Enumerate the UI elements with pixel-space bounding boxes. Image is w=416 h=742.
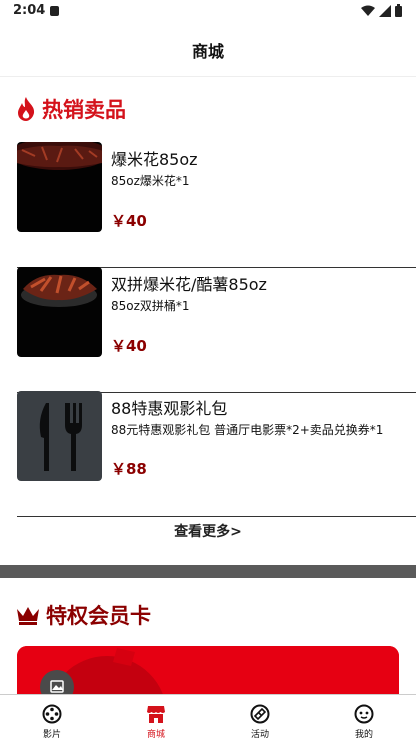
- product-item[interactable]: 88特惠观影礼包 88元特惠观影礼包 普通厅电影票*2+卖品兑换券*1 ￥88: [17, 391, 416, 517]
- signal-icon: [379, 4, 391, 17]
- page-title: 商城: [191, 42, 224, 61]
- hot-section-header: 热销卖品: [16, 94, 126, 124]
- status-bar: 2:04: [0, 0, 416, 24]
- tab-label: 我的: [354, 730, 373, 740]
- ticket-icon: [250, 704, 270, 724]
- shop-icon: [147, 706, 165, 723]
- hot-section-title: 热销卖品: [42, 98, 126, 122]
- wifi-icon: [361, 5, 375, 16]
- product-price: ￥40: [111, 212, 147, 230]
- film-reel-icon: [42, 704, 62, 724]
- vip-card-banner[interactable]: [17, 646, 399, 695]
- product-item[interactable]: 双拼爆米花/酷薯85oz 85oz双拼桶*1 ￥40: [17, 267, 416, 393]
- tab-label: 商城: [146, 730, 165, 740]
- product-name: 双拼爆米花/酷薯85oz: [111, 275, 267, 294]
- see-more-link[interactable]: 查看更多>: [0, 521, 416, 541]
- product-name: 爆米花85oz: [111, 150, 198, 169]
- tab-profile[interactable]: 我的: [312, 695, 416, 742]
- product-price: ￥88: [111, 460, 147, 478]
- battery-icon: [395, 4, 402, 17]
- status-indicators: [361, 4, 402, 17]
- app-header: 商城: [0, 24, 416, 77]
- combo-bucket-thumbnail: [17, 267, 102, 357]
- notification-icon: [50, 6, 59, 16]
- product-desc: 85oz爆米花*1: [111, 174, 190, 188]
- product-price: ￥40: [111, 337, 147, 355]
- product-item[interactable]: 爆米花85oz 85oz爆米花*1 ￥40: [17, 142, 416, 268]
- face-icon: [354, 704, 374, 724]
- section-divider: [0, 565, 416, 578]
- cutlery-placeholder-thumbnail: [17, 391, 102, 481]
- status-time: 2:04: [13, 3, 46, 18]
- tab-shop[interactable]: 商城: [104, 695, 208, 742]
- product-name: 88特惠观影礼包: [111, 399, 228, 418]
- tab-label: 影片: [42, 730, 61, 740]
- flame-icon: [18, 97, 35, 121]
- popcorn-thumbnail: [17, 142, 102, 232]
- product-desc: 85oz双拼桶*1: [111, 299, 190, 313]
- vip-section-header: 特权会员卡: [16, 600, 151, 630]
- crown-icon: [17, 607, 39, 625]
- tab-movies[interactable]: 影片: [0, 695, 104, 742]
- vip-section-title: 特权会员卡: [46, 604, 151, 628]
- tab-activities[interactable]: 活动: [208, 695, 312, 742]
- tab-label: 活动: [250, 730, 269, 740]
- bottom-tab-bar: 影片 商城 活动 我的: [0, 694, 416, 742]
- product-desc: 88元特惠观影礼包 普通厅电影票*2+卖品兑换券*1: [111, 423, 384, 437]
